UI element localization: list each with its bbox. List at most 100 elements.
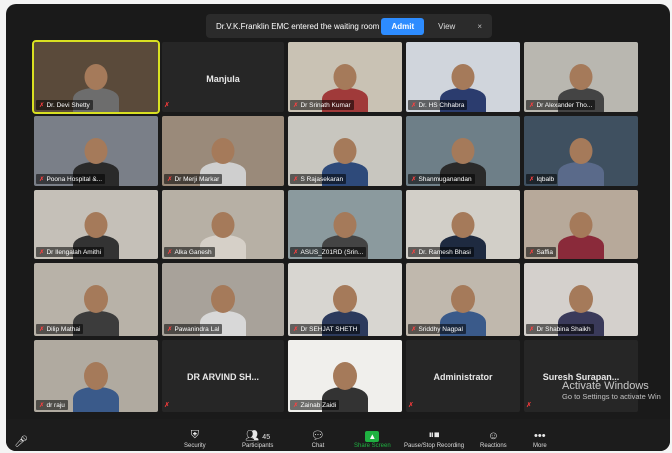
- participants-count: 45: [262, 434, 271, 441]
- watermark-subtitle: Go to Settings to activate Win: [562, 392, 661, 401]
- muted-mic-icon: ✗: [39, 249, 45, 256]
- view-button[interactable]: View: [438, 22, 455, 31]
- participant-tile[interactable]: ✗ Dilip Mathai: [34, 263, 158, 336]
- muted-mic-icon: ✗: [293, 249, 299, 256]
- participant-tile[interactable]: ✗ Iqbalb: [524, 116, 638, 186]
- security-button[interactable]: ⛨ Security: [184, 429, 206, 449]
- muted-mic-icon: ✗: [167, 326, 173, 333]
- audio-icon: 🎤︎: [14, 436, 28, 448]
- chat-icon: 💬︎: [311, 430, 325, 442]
- participant-name-text: Dr Srinath Kumar: [300, 102, 351, 109]
- participant-name: ✗ Shanmuganandan: [408, 174, 475, 184]
- participant-name-text: Dilip Mathai: [46, 326, 81, 333]
- muted-mic-icon: ✗: [167, 176, 173, 183]
- muted-mic-icon: ✗: [39, 326, 45, 333]
- more-button[interactable]: ••• More: [533, 430, 547, 449]
- muted-mic-icon: ✗: [39, 102, 45, 109]
- participant-name: ✗ Saffia: [526, 247, 556, 257]
- participant-tile[interactable]: ✗ Poona Hospital &...: [34, 116, 158, 186]
- participant-tile[interactable]: ✗ dr raju: [34, 340, 158, 412]
- chat-label: Chat: [311, 443, 325, 449]
- muted-mic-icon: ✗: [408, 402, 414, 409]
- participant-tile[interactable]: ✗ Dr Shabina Shaikh: [524, 263, 638, 336]
- muted-mic-icon: ✗: [164, 402, 170, 409]
- muted-mic-icon: ✗: [293, 326, 299, 333]
- participant-name-text: Dr. Devi Shetty: [46, 102, 90, 109]
- meeting-toolbar: 🎤︎ ⛨ Security 👥︎ 45 Participants 💬︎ Chat…: [6, 419, 670, 451]
- participant-name: Manjula: [206, 73, 240, 84]
- participant-tile[interactable]: ✗ Shanmuganandan: [406, 116, 520, 186]
- muted-mic-icon: ✗: [529, 326, 535, 333]
- participant-name: ✗ Dr Ilengalah Amithi: [36, 247, 105, 257]
- participant-name-text: Shanmuganandan: [418, 176, 472, 183]
- admit-button[interactable]: Admit: [381, 17, 425, 35]
- reactions-icon: ☺: [487, 430, 499, 442]
- participant-tile[interactable]: ✗ Pawanindra Lal: [162, 263, 284, 336]
- reactions-button[interactable]: ☺ Reactions: [480, 430, 507, 449]
- muted-mic-icon: ✗: [529, 102, 535, 109]
- participant-name: ✗ Dr SEHJAT SHETH: [290, 324, 361, 334]
- muted-mic-icon: ✗: [293, 402, 299, 409]
- participant-tile[interactable]: DR ARVIND SH... ✗: [162, 340, 284, 412]
- participant-name-text: Dr. HS Chhabra: [418, 102, 465, 109]
- participant-tile[interactable]: ✗ ASUS_Z01RD (Srin...: [288, 190, 402, 259]
- participant-name: ✗ Alka Ganesh: [164, 247, 215, 257]
- participant-name: ✗ Sriddhy Nagpal: [408, 324, 466, 334]
- participant-name-text: Pawanindra Lal: [174, 326, 220, 333]
- muted-mic-icon: ✗: [526, 402, 532, 409]
- participant-name-text: Dr Ilengalah Amithi: [46, 249, 102, 256]
- participant-tile[interactable]: ✗ Dr SEHJAT SHETH: [288, 263, 402, 336]
- chat-button[interactable]: 💬︎ Chat: [311, 429, 325, 449]
- participant-tile[interactable]: ✗ Sriddhy Nagpal: [406, 263, 520, 336]
- participant-name-text: S Rajasekaran: [300, 176, 344, 183]
- participant-video: [558, 122, 604, 186]
- participant-name: ✗ Dr. HS Chhabra: [408, 100, 468, 110]
- recording-button[interactable]: ⏸⏹ Pause/Stop Recording: [404, 429, 464, 449]
- pause-stop-icon: ⏸⏹: [428, 429, 440, 441]
- muted-mic-icon: ✗: [39, 176, 45, 183]
- participant-name-text: Dr Merji Markar: [174, 176, 220, 183]
- muted-mic-icon: ✗: [411, 326, 417, 333]
- participant-name: ✗ Poona Hospital &...: [36, 174, 106, 184]
- participant-name-text: Dr Shabina Shaikh: [536, 326, 591, 333]
- share-screen-icon: ▲: [365, 431, 380, 442]
- participant-tile[interactable]: ✗ Dr Srinath Kumar: [288, 42, 402, 112]
- participant-name: ✗ Zainab Zaidi: [290, 400, 340, 410]
- muted-mic-icon: ✗: [411, 102, 417, 109]
- muted-mic-icon: ✗: [39, 402, 45, 409]
- participant-tile[interactable]: ✗ Dr. Ramesh Bhasi: [406, 190, 520, 259]
- participant-name: ✗ dr raju: [36, 400, 68, 410]
- close-icon[interactable]: ×: [477, 22, 482, 31]
- participant-tile[interactable]: ✗ Dr Ilengalah Amithi: [34, 190, 158, 259]
- participant-tile[interactable]: ✗ Saffia: [524, 190, 638, 259]
- activate-windows-watermark: Activate Windows Go to Settings to activ…: [562, 380, 661, 401]
- share-screen-label: Share Screen: [354, 443, 391, 449]
- participant-name-text: dr raju: [46, 402, 65, 409]
- participant-name: ✗ Pawanindra Lal: [164, 324, 223, 334]
- participant-tile[interactable]: Administrator ✗: [406, 340, 520, 412]
- participant-name-text: Zainab Zaidi: [300, 402, 337, 409]
- participant-name: ✗ Dr Merji Markar: [164, 174, 223, 184]
- participant-tile[interactable]: ✗ Alka Ganesh: [162, 190, 284, 259]
- waiting-room-message: Dr.V.K.Franklin EMC entered the waiting …: [216, 21, 380, 31]
- participant-name: DR ARVIND SH...: [186, 372, 259, 383]
- more-icon: •••: [534, 430, 546, 442]
- participant-tile[interactable]: ✗ Dr Merji Markar: [162, 116, 284, 186]
- participant-name: ✗ Iqbalb: [526, 174, 558, 184]
- participant-tile[interactable]: ✗ Dr. Devi Shetty: [32, 40, 160, 114]
- participant-name-text: Dr Alexander Tho...: [536, 102, 593, 109]
- participant-tile[interactable]: ✗ Dr Alexander Tho...: [524, 42, 638, 112]
- share-screen-button[interactable]: ▲ Share Screen: [354, 431, 391, 449]
- participant-tile[interactable]: Manjula ✗: [162, 42, 284, 112]
- participant-name-text: Saffia: [536, 249, 553, 256]
- participant-tile[interactable]: Suresh Surapan... ✗: [524, 340, 638, 412]
- participant-name-text: Iqbalb: [536, 176, 555, 183]
- muted-mic-icon: ✗: [411, 249, 417, 256]
- participant-tile[interactable]: ✗ Zainab Zaidi: [288, 340, 402, 412]
- participant-name: ✗ Dr Alexander Tho...: [526, 100, 596, 110]
- muted-mic-icon: ✗: [293, 176, 299, 183]
- participant-tile[interactable]: ✗ Dr. HS Chhabra: [406, 42, 520, 112]
- audio-button[interactable]: 🎤︎: [14, 435, 28, 449]
- participant-tile[interactable]: ✗ S Rajasekaran: [288, 116, 402, 186]
- participants-button[interactable]: 👥︎ 45 Participants: [242, 429, 273, 449]
